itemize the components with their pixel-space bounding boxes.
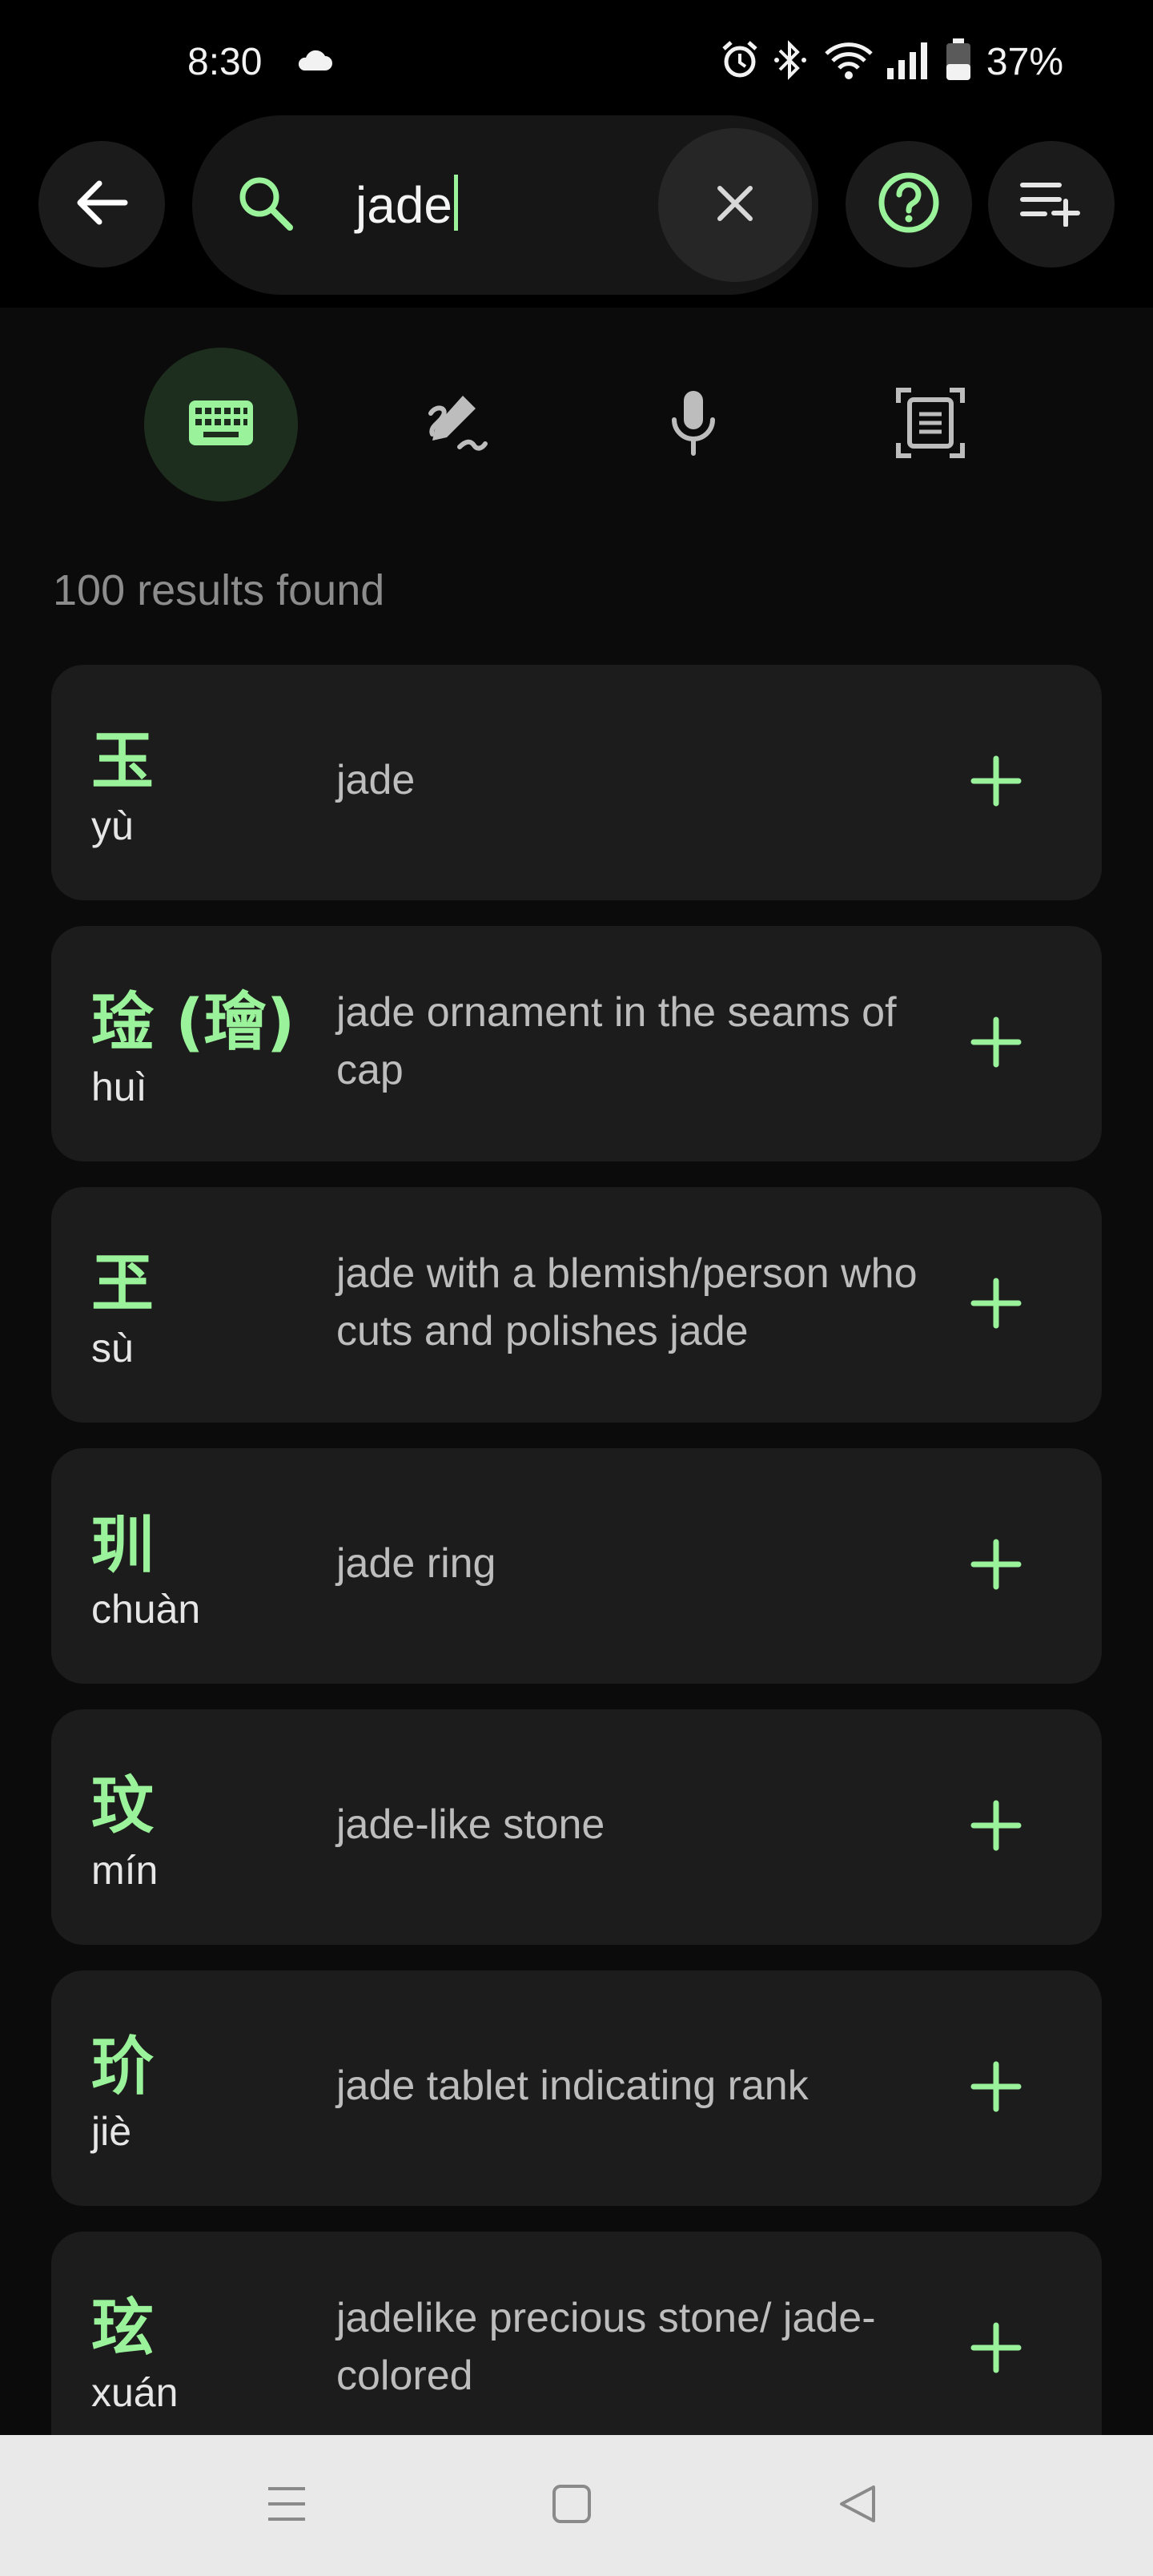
result-pinyin: sù bbox=[91, 1326, 134, 1371]
result-pinyin: mín bbox=[91, 1848, 159, 1893]
bluetooth-icon bbox=[772, 39, 812, 84]
home-button[interactable] bbox=[546, 2480, 597, 2531]
result-hanzi: 玔 bbox=[91, 1509, 155, 1581]
result-meaning: jade ornament in the seams of cap bbox=[336, 989, 897, 1093]
cloud-icon bbox=[296, 48, 333, 75]
handwriting-mode-button[interactable] bbox=[380, 348, 533, 501]
keyboard-icon bbox=[187, 399, 255, 450]
result-hanzi: 玉 bbox=[91, 726, 155, 798]
status-icons: 37% bbox=[719, 38, 1063, 85]
results-list: 玉 yù jade 琻 (璯) huì jade ornament in the seam… bbox=[51, 665, 1102, 2435]
result-hanzi: 玠 bbox=[91, 2031, 155, 2103]
result-card[interactable]: 玹 xuán jadelike precious stone/ jade-color… bbox=[51, 2232, 1102, 2435]
result-meaning: jade tablet indicating rank bbox=[336, 2063, 809, 2109]
result-card[interactable]: 玊 sù jade with a blemish/person who cuts a… bbox=[51, 1187, 1102, 1423]
clear-icon bbox=[715, 183, 755, 227]
scan-icon bbox=[895, 387, 966, 462]
search-input-value: jade bbox=[356, 176, 452, 234]
add-to-list-button[interactable] bbox=[988, 141, 1115, 268]
result-card[interactable]: 玠 jiè jade tablet indicating rank bbox=[51, 1970, 1102, 2206]
result-meaning: jadelike precious stone/ jade-colored bbox=[336, 2295, 876, 2399]
result-card[interactable]: 琻 (璯) huì jade ornament in the seams of ca… bbox=[51, 926, 1102, 1161]
keyboard-mode-button[interactable] bbox=[144, 348, 298, 501]
result-hanzi: 琻 (璯) bbox=[91, 987, 295, 1059]
add-word-button[interactable] bbox=[967, 1276, 1025, 1334]
back-triangle-icon bbox=[835, 2482, 878, 2529]
plus-icon bbox=[970, 755, 1022, 810]
add-word-button[interactable] bbox=[967, 1537, 1025, 1595]
home-square-icon bbox=[550, 2482, 593, 2529]
battery-icon bbox=[945, 38, 972, 85]
add-word-button[interactable] bbox=[967, 1015, 1025, 1073]
voice-mode-button[interactable] bbox=[617, 348, 770, 501]
battery-percent: 37% bbox=[986, 40, 1063, 83]
plus-icon bbox=[970, 1278, 1022, 1332]
wifi-icon bbox=[823, 39, 874, 84]
result-pinyin: chuàn bbox=[91, 1587, 201, 1632]
content-area: 100 results found 玉 yù jade 琻 (璯) huì jade or… bbox=[0, 308, 1153, 2435]
result-meaning: jade ring bbox=[336, 1540, 496, 1587]
result-pinyin: huì bbox=[91, 1065, 147, 1109]
result-pinyin: jiè bbox=[91, 2109, 132, 2154]
result-meaning: jade bbox=[336, 757, 416, 803]
handwriting-icon bbox=[423, 389, 490, 460]
alarm-icon bbox=[719, 39, 761, 84]
microphone-icon bbox=[668, 388, 719, 461]
text-caret bbox=[454, 175, 458, 231]
search-input[interactable]: jade bbox=[356, 175, 458, 235]
plus-icon bbox=[970, 2322, 1022, 2377]
result-card[interactable]: 玔 chuàn jade ring bbox=[51, 1448, 1102, 1684]
plus-icon bbox=[970, 1016, 1022, 1071]
add-list-icon bbox=[1019, 179, 1083, 230]
clear-search-button[interactable] bbox=[658, 128, 812, 282]
status-bar: 8:30 37% bbox=[0, 0, 1153, 128]
search-icon bbox=[235, 173, 295, 235]
help-icon bbox=[877, 171, 941, 238]
result-meaning: jade-like stone bbox=[336, 1801, 605, 1848]
menu-icon bbox=[265, 2482, 308, 2529]
back-arrow-icon bbox=[75, 179, 128, 229]
result-card[interactable]: 玉 yù jade bbox=[51, 665, 1102, 900]
back-button[interactable] bbox=[38, 141, 165, 268]
add-word-button[interactable] bbox=[967, 754, 1025, 811]
result-meaning: jade with a blemish/person who cuts and … bbox=[336, 1250, 918, 1354]
result-pinyin: yù bbox=[91, 803, 134, 848]
help-button[interactable] bbox=[846, 141, 972, 268]
back-nav-button[interactable] bbox=[831, 2480, 882, 2531]
add-word-button[interactable] bbox=[967, 2320, 1025, 2378]
add-word-button[interactable] bbox=[967, 1798, 1025, 1856]
search-bar[interactable]: jade bbox=[192, 115, 818, 295]
signal-icon bbox=[886, 39, 934, 84]
plus-icon bbox=[970, 2061, 1022, 2115]
plus-icon bbox=[970, 1539, 1022, 1593]
plus-icon bbox=[970, 1800, 1022, 1854]
scan-mode-button[interactable] bbox=[854, 348, 1007, 501]
dictionary-search-screen: 8:30 37% jade 100 results found 玉 yù jad… bbox=[0, 0, 1153, 2576]
results-count: 100 results found bbox=[53, 566, 385, 614]
status-time: 8:30 bbox=[187, 41, 263, 83]
result-hanzi: 玊 bbox=[91, 1248, 155, 1320]
result-card[interactable]: 玟 mín jade-like stone bbox=[51, 1709, 1102, 1945]
system-navigation-bar bbox=[0, 2435, 1153, 2576]
recent-apps-button[interactable] bbox=[261, 2480, 312, 2531]
result-hanzi: 玟 bbox=[91, 1770, 155, 1842]
add-word-button[interactable] bbox=[967, 2059, 1025, 2117]
result-pinyin: xuán bbox=[91, 2370, 179, 2415]
search-toolbar: jade bbox=[0, 112, 1153, 308]
input-mode-bar bbox=[0, 308, 1153, 548]
result-hanzi: 玹 bbox=[91, 2292, 155, 2365]
